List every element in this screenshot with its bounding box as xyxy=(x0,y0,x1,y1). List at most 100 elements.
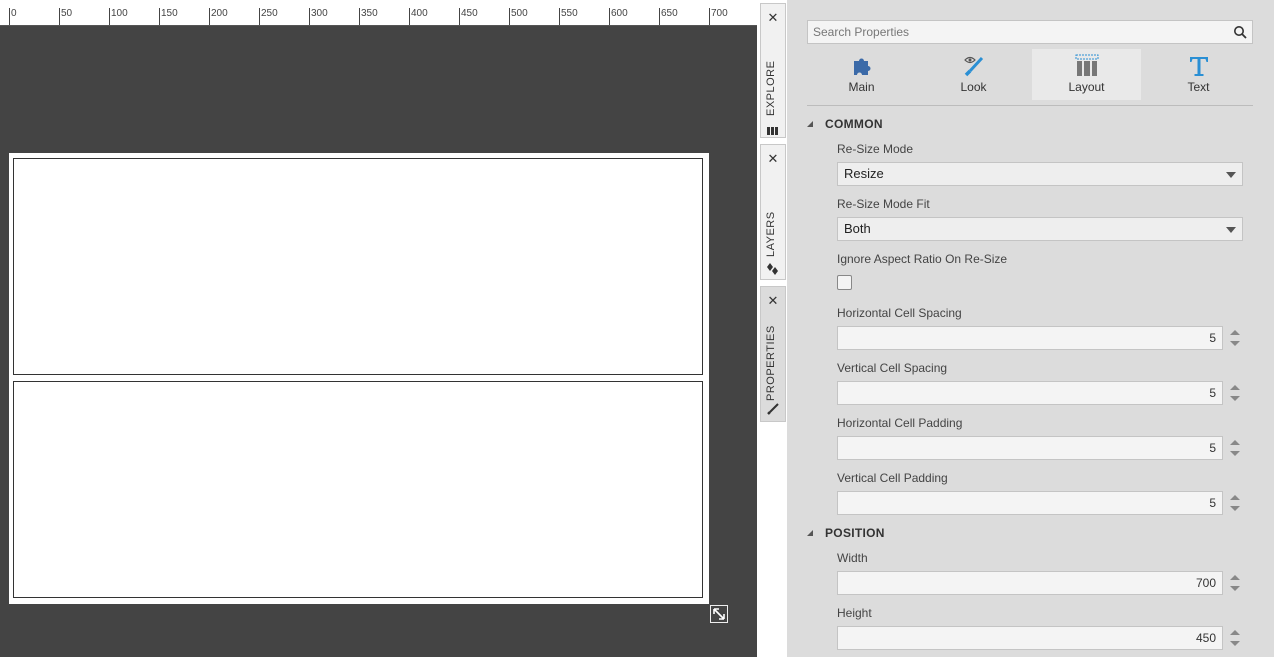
tab-layers-label: LAYERS xyxy=(765,211,777,257)
resize-mode-label: Re-Size Mode xyxy=(837,142,914,156)
properties-panel: Main Look Layout Text COMMON Re-Size Mod… xyxy=(787,0,1274,657)
section-common-header[interactable]: COMMON xyxy=(807,117,883,131)
category-text-label: Text xyxy=(1187,80,1210,94)
ruler-tick-label: 0 xyxy=(11,8,17,19)
chevron-down-icon xyxy=(1226,172,1236,178)
category-layout[interactable]: Layout xyxy=(1032,49,1141,100)
ruler-tick xyxy=(709,8,710,25)
ruler-tick xyxy=(559,8,560,25)
h-cell-padding-input[interactable]: 5 xyxy=(837,436,1223,460)
spin-up-icon[interactable] xyxy=(1230,330,1240,335)
dashboard-surface[interactable] xyxy=(9,153,709,604)
ruler-tick xyxy=(409,8,410,25)
h-cell-padding-label: Horizontal Cell Padding xyxy=(837,416,963,430)
search-box[interactable] xyxy=(807,20,1253,44)
ruler-tick xyxy=(659,8,660,25)
spin-down-icon[interactable] xyxy=(1230,341,1240,346)
spin-up-icon[interactable] xyxy=(1230,385,1240,390)
close-icon[interactable]: ✕ xyxy=(761,151,785,167)
search-icon[interactable] xyxy=(1233,25,1247,39)
resize-mode-select[interactable]: Resize xyxy=(837,162,1243,186)
tab-explore-label: EXPLORE xyxy=(765,60,777,116)
height-label: Height xyxy=(837,606,872,620)
ruler-tick-label: 250 xyxy=(261,8,278,19)
ruler-tick xyxy=(359,8,360,25)
width-label: Width xyxy=(837,551,868,565)
puzzle-icon xyxy=(854,58,871,75)
tab-properties-label: PROPERTIES xyxy=(765,325,777,401)
ruler-tick-label: 600 xyxy=(611,8,628,19)
close-icon[interactable]: ✕ xyxy=(761,10,785,26)
layout-cell-top[interactable] xyxy=(13,158,703,375)
v-cell-padding-input[interactable]: 5 xyxy=(837,491,1223,515)
text-t-icon xyxy=(1190,57,1208,76)
ruler-tick xyxy=(259,8,260,25)
resize-mode-fit-select[interactable]: Both xyxy=(837,217,1243,241)
v-cell-padding-spinner[interactable] xyxy=(1227,491,1243,515)
tab-properties[interactable]: ✕ PROPERTIES xyxy=(760,286,786,422)
tab-layers[interactable]: ✕ LAYERS xyxy=(760,144,786,280)
spin-down-icon[interactable] xyxy=(1230,506,1240,511)
ruler-tick-label: 50 xyxy=(61,8,73,19)
ruler-tick-label: 650 xyxy=(661,8,678,19)
resize-mode-value: Resize xyxy=(844,166,884,181)
ruler-tick xyxy=(609,8,610,25)
explore-icon xyxy=(767,127,778,135)
ignore-aspect-checkbox[interactable] xyxy=(837,275,852,290)
ruler-tick-label: 500 xyxy=(511,8,528,19)
spin-down-icon[interactable] xyxy=(1230,586,1240,591)
category-divider xyxy=(807,105,1253,106)
layout-columns-icon xyxy=(1075,54,1099,76)
spin-up-icon[interactable] xyxy=(1230,495,1240,500)
ruler-tick xyxy=(459,8,460,25)
v-cell-spacing-input[interactable]: 5 xyxy=(837,381,1223,405)
tab-explore[interactable]: ✕ EXPLORE xyxy=(760,3,786,138)
collapse-triangle-icon xyxy=(807,121,813,127)
ruler-tick-label: 450 xyxy=(461,8,478,19)
side-tab-strip: ✕ EXPLORE ✕ LAYERS ✕ PROPERTIES xyxy=(757,0,787,657)
resize-handle-icon[interactable] xyxy=(710,605,728,623)
brush-eye-icon xyxy=(964,56,984,77)
h-cell-padding-spinner[interactable] xyxy=(1227,436,1243,460)
spin-down-icon[interactable] xyxy=(1230,641,1240,646)
h-cell-spacing-spinner[interactable] xyxy=(1227,326,1243,350)
section-position-header[interactable]: POSITION xyxy=(807,526,885,540)
ruler-tick-label: 350 xyxy=(361,8,378,19)
ruler-tick xyxy=(309,8,310,25)
ruler-tick xyxy=(109,8,110,25)
category-layout-label: Layout xyxy=(1068,80,1105,94)
brush-icon xyxy=(767,403,779,415)
layout-cell-bottom[interactable] xyxy=(13,381,703,598)
width-input[interactable]: 700 xyxy=(837,571,1223,595)
resize-mode-fit-label: Re-Size Mode Fit xyxy=(837,197,930,211)
ruler-tick-label: 700 xyxy=(711,8,728,19)
ruler-tick-label: 100 xyxy=(111,8,128,19)
category-look-label: Look xyxy=(960,80,987,94)
category-look[interactable]: Look xyxy=(919,49,1028,100)
h-cell-spacing-label: Horizontal Cell Spacing xyxy=(837,306,962,320)
h-cell-spacing-input[interactable]: 5 xyxy=(837,326,1223,350)
spin-up-icon[interactable] xyxy=(1230,630,1240,635)
width-spinner[interactable] xyxy=(1227,571,1243,595)
height-input[interactable]: 450 xyxy=(837,626,1223,650)
category-main[interactable]: Main xyxy=(807,49,916,100)
search-input[interactable] xyxy=(808,21,1228,43)
spin-up-icon[interactable] xyxy=(1230,575,1240,580)
ignore-aspect-label: Ignore Aspect Ratio On Re-Size xyxy=(837,252,1008,266)
spin-down-icon[interactable] xyxy=(1230,396,1240,401)
ruler-tick-label: 150 xyxy=(161,8,178,19)
ruler-tick-label: 550 xyxy=(561,8,578,19)
ruler-tick xyxy=(159,8,160,25)
close-icon[interactable]: ✕ xyxy=(761,293,785,309)
collapse-triangle-icon xyxy=(807,530,813,536)
v-cell-spacing-spinner[interactable] xyxy=(1227,381,1243,405)
height-spinner[interactable] xyxy=(1227,626,1243,650)
layers-icon xyxy=(767,263,778,275)
spin-up-icon[interactable] xyxy=(1230,440,1240,445)
category-main-label: Main xyxy=(848,80,875,94)
category-text[interactable]: Text xyxy=(1144,49,1253,100)
section-common-title: COMMON xyxy=(825,117,883,131)
resize-mode-fit-value: Both xyxy=(844,221,871,236)
ruler-tick-label: 400 xyxy=(411,8,428,19)
spin-down-icon[interactable] xyxy=(1230,451,1240,456)
